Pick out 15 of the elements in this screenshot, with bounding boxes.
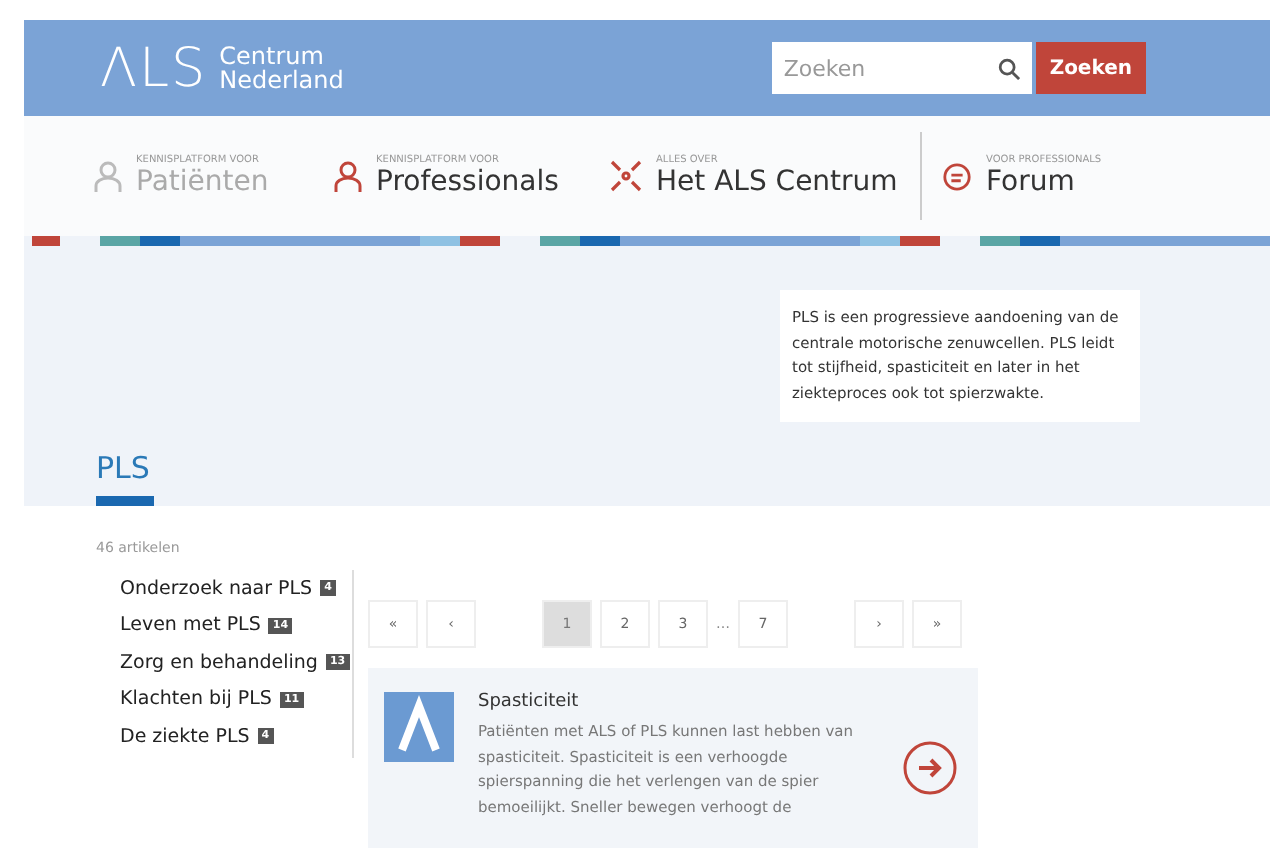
logo-icon (384, 692, 454, 762)
nav-label: Forum (986, 166, 1077, 198)
article-title[interactable]: Spasticiteit (478, 692, 878, 712)
search-icon (997, 57, 1020, 79)
nav-label: Patiënten (136, 166, 269, 198)
chat-icon (942, 161, 972, 191)
nav-label: Professionals (376, 166, 559, 198)
page-title: PLS (96, 450, 152, 486)
title-underline (96, 496, 154, 506)
nav-label: Het ALS Centrum (656, 166, 898, 198)
search-button[interactable]: Zoeken (1035, 42, 1146, 94)
person-icon (334, 160, 362, 192)
arrow-right-icon[interactable] (902, 740, 958, 796)
arrows-icon (610, 160, 642, 192)
person-icon (94, 160, 122, 192)
